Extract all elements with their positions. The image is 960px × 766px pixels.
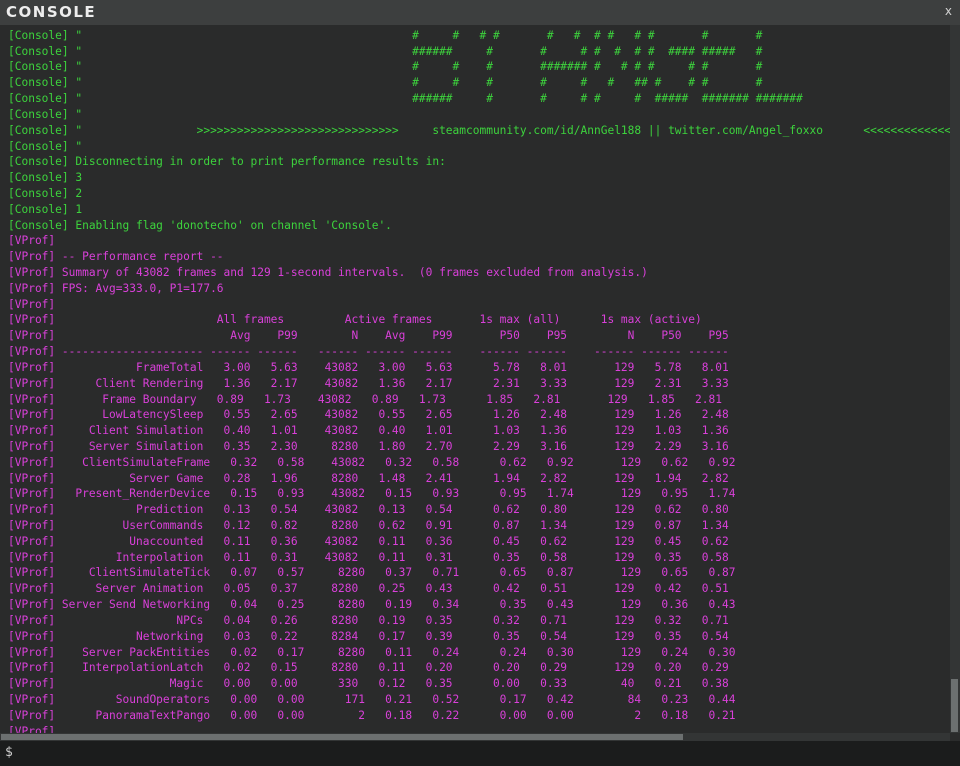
log-line: [VProf] Interpolation 0.11 0.31 43082 0.… [8, 550, 729, 564]
log-line: [VProf] Frame Boundary 0.89 1.73 43082 0… [8, 392, 722, 406]
log-line: [VProf] SoundOperators 0.00 0.00 171 0.2… [8, 692, 736, 706]
log-line: [VProf] [8, 234, 56, 248]
log-line: [VProf] Prediction 0.13 0.54 43082 0.13 … [8, 503, 729, 517]
log-line: [VProf] Server PackEntities 0.02 0.17 82… [8, 645, 736, 659]
log-line: [VProf] Client Simulation 0.40 1.01 4308… [8, 424, 729, 438]
log-line: [VProf] Summary of 43082 frames and 129 … [8, 266, 648, 279]
log-line: [Console] Enabling flag 'donotecho' on c… [8, 218, 392, 232]
log-line: [VProf] [8, 297, 56, 311]
log-line: [VProf] Server Send Networking 0.04 0.25… [8, 598, 736, 612]
log-line: [VProf] Server Simulation 0.35 2.30 8280… [8, 439, 729, 453]
log-line: [VProf] All frames Active frames 1s max … [8, 313, 702, 327]
log-line: [Console] " # # # # # # # # # # # # [8, 28, 763, 42]
log-line: [VProf] ClientSimulateTick 0.07 0.57 828… [8, 566, 736, 580]
log-line: [VProf] Networking 0.03 0.22 8284 0.17 0… [8, 629, 729, 643]
log-line: [Console] " ###### # # # # # ##### #####… [8, 92, 803, 106]
log-line: [Console] " ###### # # # # # # # #### ##… [8, 44, 763, 58]
console-log[interactable]: [Console] " [Console] " # # # # # # # # #… [0, 25, 950, 733]
log-line: [Console] Disconnecting in order to prin… [8, 155, 446, 169]
log-line: [Console] " [8, 139, 83, 153]
log-line: [VProf] Avg P99 N Avg P99 P50 P95 N P50 … [8, 329, 729, 343]
log-line: [VProf] NPCs 0.04 0.26 8280 0.19 0.35 0.… [8, 613, 729, 627]
log-line: [VProf] UserCommands 0.12 0.82 8280 0.62… [8, 519, 729, 532]
vertical-scrollbar[interactable] [950, 25, 960, 733]
console-window: CONSOLE x [Console] " [Console] " # # # #… [0, 0, 960, 766]
log-line: [VProf] Unaccounted 0.11 0.36 43082 0.11… [8, 534, 729, 548]
log-line: [VProf] FrameTotal 3.00 5.63 43082 3.00 … [8, 360, 729, 374]
log-line: [Console] " [8, 107, 83, 121]
log-line: [VProf] [8, 724, 56, 733]
log-line: [Console] 2 [8, 186, 83, 200]
log-line: [VProf] Client Rendering 1.36 2.17 43082… [8, 376, 729, 390]
log-line: [VProf] FPS: Avg=333.0, P1=177.6 [8, 281, 224, 295]
log-line: [VProf] InterpolationLatch 0.02 0.15 828… [8, 661, 729, 675]
command-input[interactable] [18, 743, 948, 763]
log-line: [VProf] Server Animation 0.05 0.37 8280 … [8, 582, 729, 596]
title-bar[interactable]: CONSOLE x [0, 0, 960, 25]
window-title: CONSOLE [6, 3, 97, 21]
log-line: [VProf] Present_RenderDevice 0.15 0.93 4… [8, 487, 736, 501]
command-prompt: $ [5, 745, 13, 760]
log-line: [VProf] --------------------- ------ ---… [8, 345, 729, 359]
vertical-scrollbar-thumb[interactable] [951, 679, 958, 732]
log-line: [Console] 3 [8, 171, 83, 185]
close-icon[interactable]: x [945, 4, 952, 18]
log-line: [VProf] ClientSimulateFrame 0.32 0.58 43… [8, 455, 736, 469]
log-line: [VProf] -- Performance report -- [8, 250, 224, 264]
log-line: [Console] " >>>>>>>>>>>>>>>>>>>>>>>>>>>>… [8, 123, 950, 137]
log-line: [VProf] LowLatencySleep 0.55 2.65 43082 … [8, 408, 729, 422]
log-line: [Console] " # # # ####### # # # # # # # [8, 60, 763, 74]
horizontal-scrollbar-thumb[interactable] [1, 734, 683, 740]
log-lines: [Console] " [Console] " # # # # # # # # #… [8, 25, 950, 733]
log-line: [Console] 1 [8, 202, 83, 216]
log-line: [VProf] Magic 0.00 0.00 330 0.12 0.35 0.… [8, 677, 729, 691]
log-line: [VProf] PanoramaTextPango 0.00 0.00 2 0.… [8, 708, 736, 722]
log-line: [Console] " # # # # # # ## # # # # [8, 76, 763, 90]
log-line: [VProf] Server Game 0.28 1.96 8280 1.48 … [8, 471, 729, 485]
